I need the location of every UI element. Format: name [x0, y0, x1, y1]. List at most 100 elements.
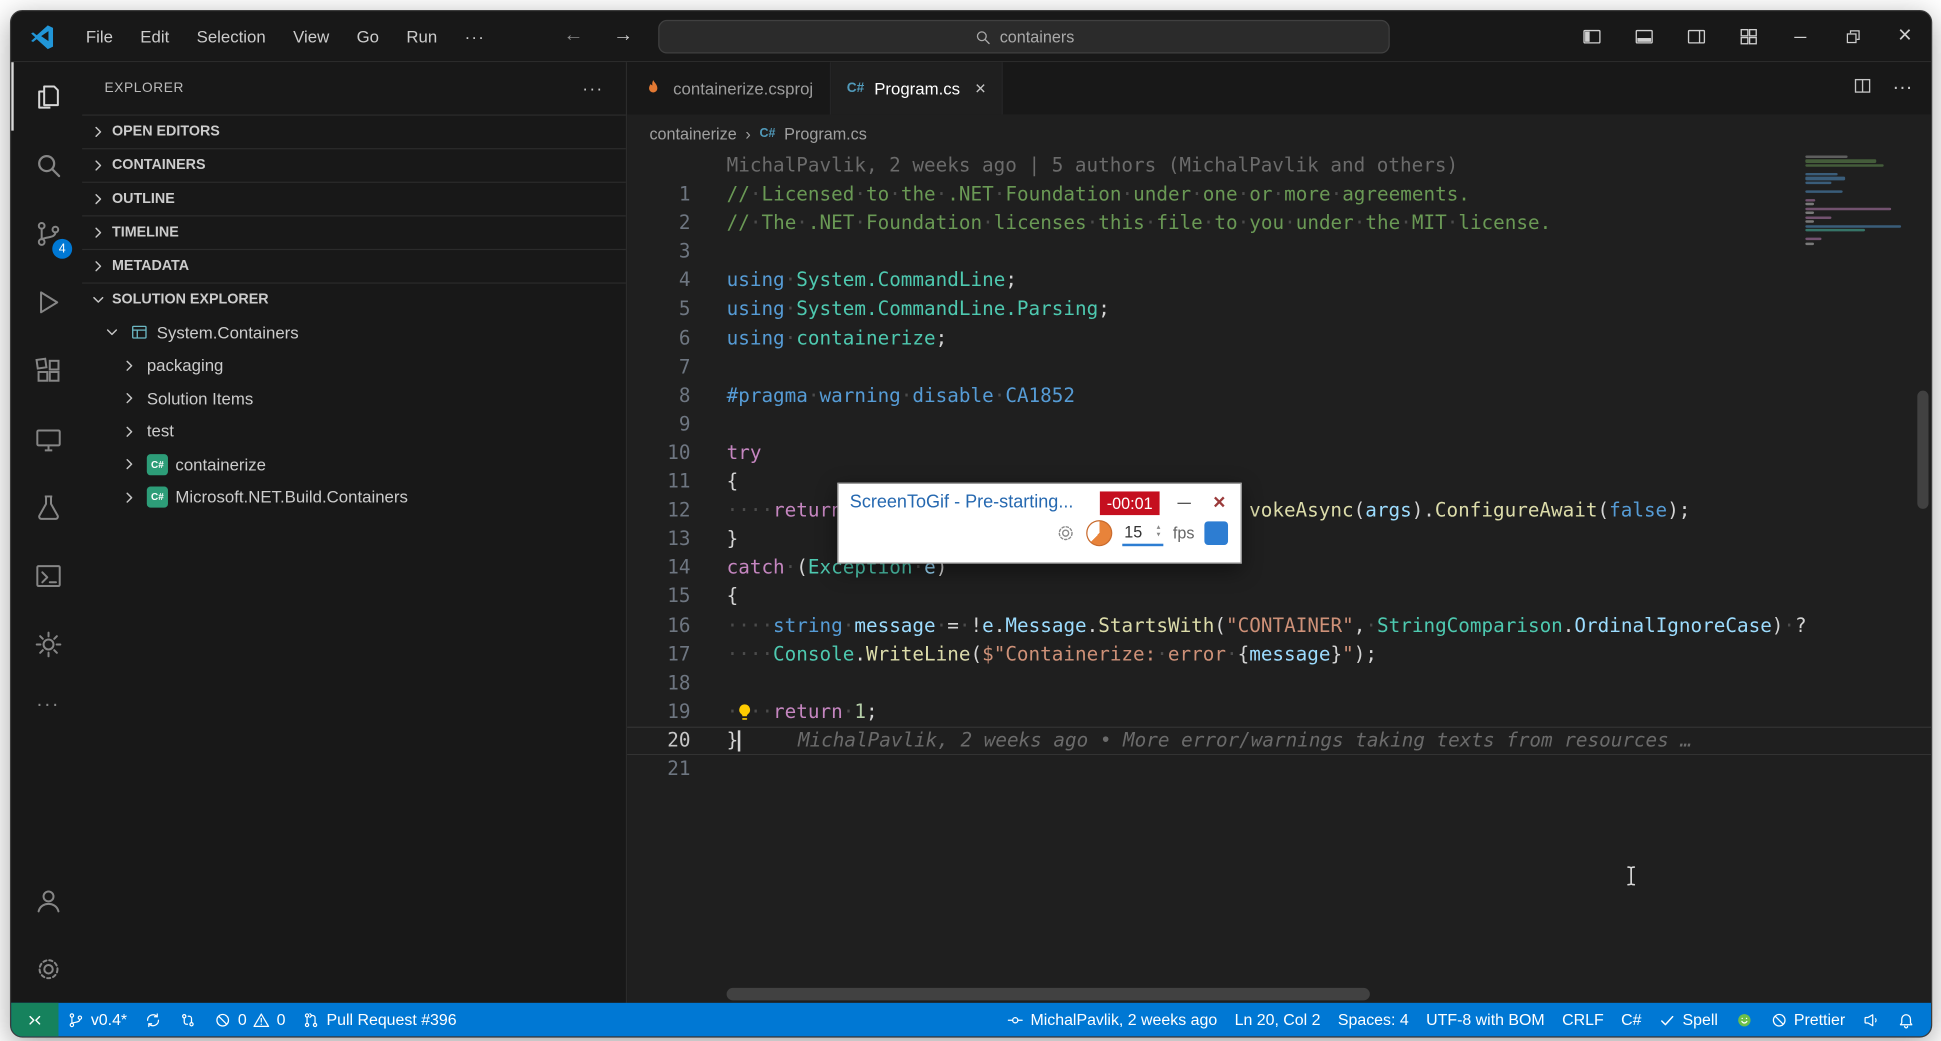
- tree-item-packaging[interactable]: packaging: [82, 349, 626, 382]
- indentation-status[interactable]: Spaces: 4: [1329, 1003, 1417, 1037]
- activity-accounts[interactable]: [11, 866, 82, 934]
- code-line-14[interactable]: 14catch·(Exception·e): [627, 554, 1931, 583]
- code-line-5[interactable]: 5using·System.CommandLine.Parsing;: [627, 295, 1931, 324]
- search-box[interactable]: containers: [658, 20, 1390, 54]
- toggle-sidebar-icon[interactable]: [1565, 11, 1617, 61]
- fps-input[interactable]: 15 ▴ ▾: [1122, 519, 1163, 546]
- code-line-6[interactable]: 6using·containerize;: [627, 324, 1931, 353]
- screentogif-settings-icon[interactable]: [1055, 522, 1076, 543]
- line-number[interactable]: 13: [627, 525, 712, 554]
- screentogif-minimize-button[interactable]: ─: [1170, 492, 1198, 513]
- tree-item-test[interactable]: test: [82, 415, 626, 448]
- editor-more-icon[interactable]: ···: [1892, 77, 1912, 99]
- code-line-19[interactable]: 19····return·1;: [627, 698, 1931, 727]
- encoding-status[interactable]: UTF-8 with BOM: [1417, 1003, 1553, 1037]
- activity-run-debug[interactable]: [11, 268, 82, 336]
- code-line-18[interactable]: 18: [627, 669, 1931, 698]
- line-number[interactable]: 17: [627, 640, 712, 669]
- section-open-editors[interactable]: OPEN EDITORS: [82, 114, 626, 148]
- screentogif-close-button[interactable]: ×: [1208, 490, 1230, 515]
- activity-terminal[interactable]: [11, 541, 82, 609]
- screentogif-record-button[interactable]: [1204, 521, 1228, 545]
- horizontal-scrollbar[interactable]: [627, 988, 1794, 1000]
- code-line-7[interactable]: 7: [627, 353, 1931, 382]
- line-number[interactable]: 14: [627, 554, 712, 583]
- back-icon[interactable]: ←: [549, 25, 599, 47]
- code-line-1[interactable]: 1//·Licensed·to·the·.NET·Foundation·unde…: [627, 181, 1931, 210]
- close-button[interactable]: ×: [1879, 11, 1931, 61]
- customize-layout-icon[interactable]: [1722, 11, 1774, 61]
- activity-settings[interactable]: [11, 934, 82, 1002]
- minimap[interactable]: [1805, 156, 1911, 250]
- code-line-16[interactable]: 16····string·message·=·!e.Message.Starts…: [627, 612, 1931, 641]
- line-number[interactable]: 21: [627, 755, 712, 784]
- line-number[interactable]: 10: [627, 439, 712, 468]
- explorer-more-icon[interactable]: ···: [582, 78, 603, 98]
- section-metadata[interactable]: METADATA: [82, 249, 626, 283]
- menu-run[interactable]: Run: [393, 27, 451, 46]
- menu-file[interactable]: File: [72, 27, 126, 46]
- activity-more[interactable]: ···: [11, 678, 82, 733]
- compare-status[interactable]: [171, 1003, 206, 1037]
- code-line-15[interactable]: 15{: [627, 583, 1931, 612]
- line-number[interactable]: 15: [627, 583, 712, 612]
- spell-status[interactable]: Spell: [1650, 1003, 1726, 1037]
- activity-search[interactable]: [11, 131, 82, 199]
- code-line-20[interactable]: 20}MichalPavlik, 2 weeks ago • More erro…: [627, 726, 1931, 755]
- prettier-status[interactable]: Prettier: [1761, 1003, 1853, 1037]
- line-number[interactable]: 3: [627, 238, 712, 267]
- activity-extensions[interactable]: [11, 336, 82, 404]
- code-line-4[interactable]: 4using·System.CommandLine;: [627, 267, 1931, 296]
- pull-request-status[interactable]: Pull Request #396: [294, 1003, 465, 1037]
- line-number[interactable]: 5: [627, 295, 712, 324]
- screentogif-titlebar[interactable]: ScreenToGif - Pre-starting... -00:01 ─ ×: [839, 484, 1241, 518]
- breadcrumb-file[interactable]: Program.cs: [784, 124, 867, 143]
- activity-source-control[interactable]: 4: [11, 199, 82, 267]
- line-number[interactable]: 16: [627, 612, 712, 641]
- sync-status[interactable]: [136, 1003, 171, 1037]
- remote-indicator[interactable]: [11, 1003, 58, 1037]
- eol-status[interactable]: CRLF: [1553, 1003, 1612, 1037]
- cursor-position-status[interactable]: Ln 20, Col 2: [1226, 1003, 1329, 1037]
- problems-status[interactable]: 0 0: [206, 1003, 295, 1037]
- code-line-13[interactable]: 13}: [627, 525, 1931, 554]
- minimize-button[interactable]: ─: [1774, 11, 1826, 61]
- tab-containerize-csproj[interactable]: containerize.csproj: [627, 62, 831, 114]
- tab-program-cs[interactable]: C# Program.cs ×: [831, 62, 1004, 114]
- tree-item-solution-items[interactable]: Solution Items: [82, 382, 626, 415]
- smiley-status[interactable]: [1727, 1003, 1762, 1037]
- activity-testing[interactable]: [11, 473, 82, 541]
- code-line-12[interactable]: 12····return vokeAsync(args).ConfigureAw…: [627, 497, 1931, 526]
- notifications-status[interactable]: [1889, 1003, 1924, 1037]
- line-number[interactable]: 19: [627, 698, 712, 727]
- branch-status[interactable]: v0.4*: [58, 1003, 135, 1037]
- line-number[interactable]: 9: [627, 410, 712, 439]
- tree-item-containerize[interactable]: C# containerize: [82, 448, 626, 481]
- close-tab-icon[interactable]: ×: [975, 78, 986, 99]
- forward-icon[interactable]: →: [598, 25, 648, 47]
- section-timeline[interactable]: TIMELINE: [82, 215, 626, 249]
- line-number[interactable]: 11: [627, 468, 712, 497]
- activity-explorer[interactable]: [11, 62, 82, 130]
- more-menus-icon[interactable]: ···: [451, 27, 499, 46]
- tree-item-msbuild-containers[interactable]: C# Microsoft.NET.Build.Containers: [82, 481, 626, 514]
- language-status[interactable]: C#: [1612, 1003, 1650, 1037]
- fps-spinner[interactable]: ▴ ▾: [1157, 524, 1161, 539]
- code-line-8[interactable]: 8#pragma·warning·disable·CA1852: [627, 382, 1931, 411]
- menu-selection[interactable]: Selection: [183, 27, 279, 46]
- section-containers[interactable]: CONTAINERS: [82, 148, 626, 182]
- menu-edit[interactable]: Edit: [127, 27, 183, 46]
- menu-go[interactable]: Go: [343, 27, 393, 46]
- line-number[interactable]: 1: [627, 181, 712, 210]
- line-number[interactable]: 18: [627, 669, 712, 698]
- section-solution-explorer[interactable]: SOLUTION EXPLORER: [82, 282, 626, 316]
- line-number[interactable]: 8: [627, 382, 712, 411]
- activity-remote-explorer[interactable]: [11, 404, 82, 472]
- spin-down-icon[interactable]: ▾: [1157, 531, 1161, 538]
- code-line-10[interactable]: 10try: [627, 439, 1931, 468]
- line-number[interactable]: 2: [627, 209, 712, 238]
- restore-button[interactable]: [1826, 11, 1878, 61]
- line-number[interactable]: 7: [627, 353, 712, 382]
- line-number[interactable]: 6: [627, 324, 712, 353]
- line-number[interactable]: 20: [627, 726, 712, 755]
